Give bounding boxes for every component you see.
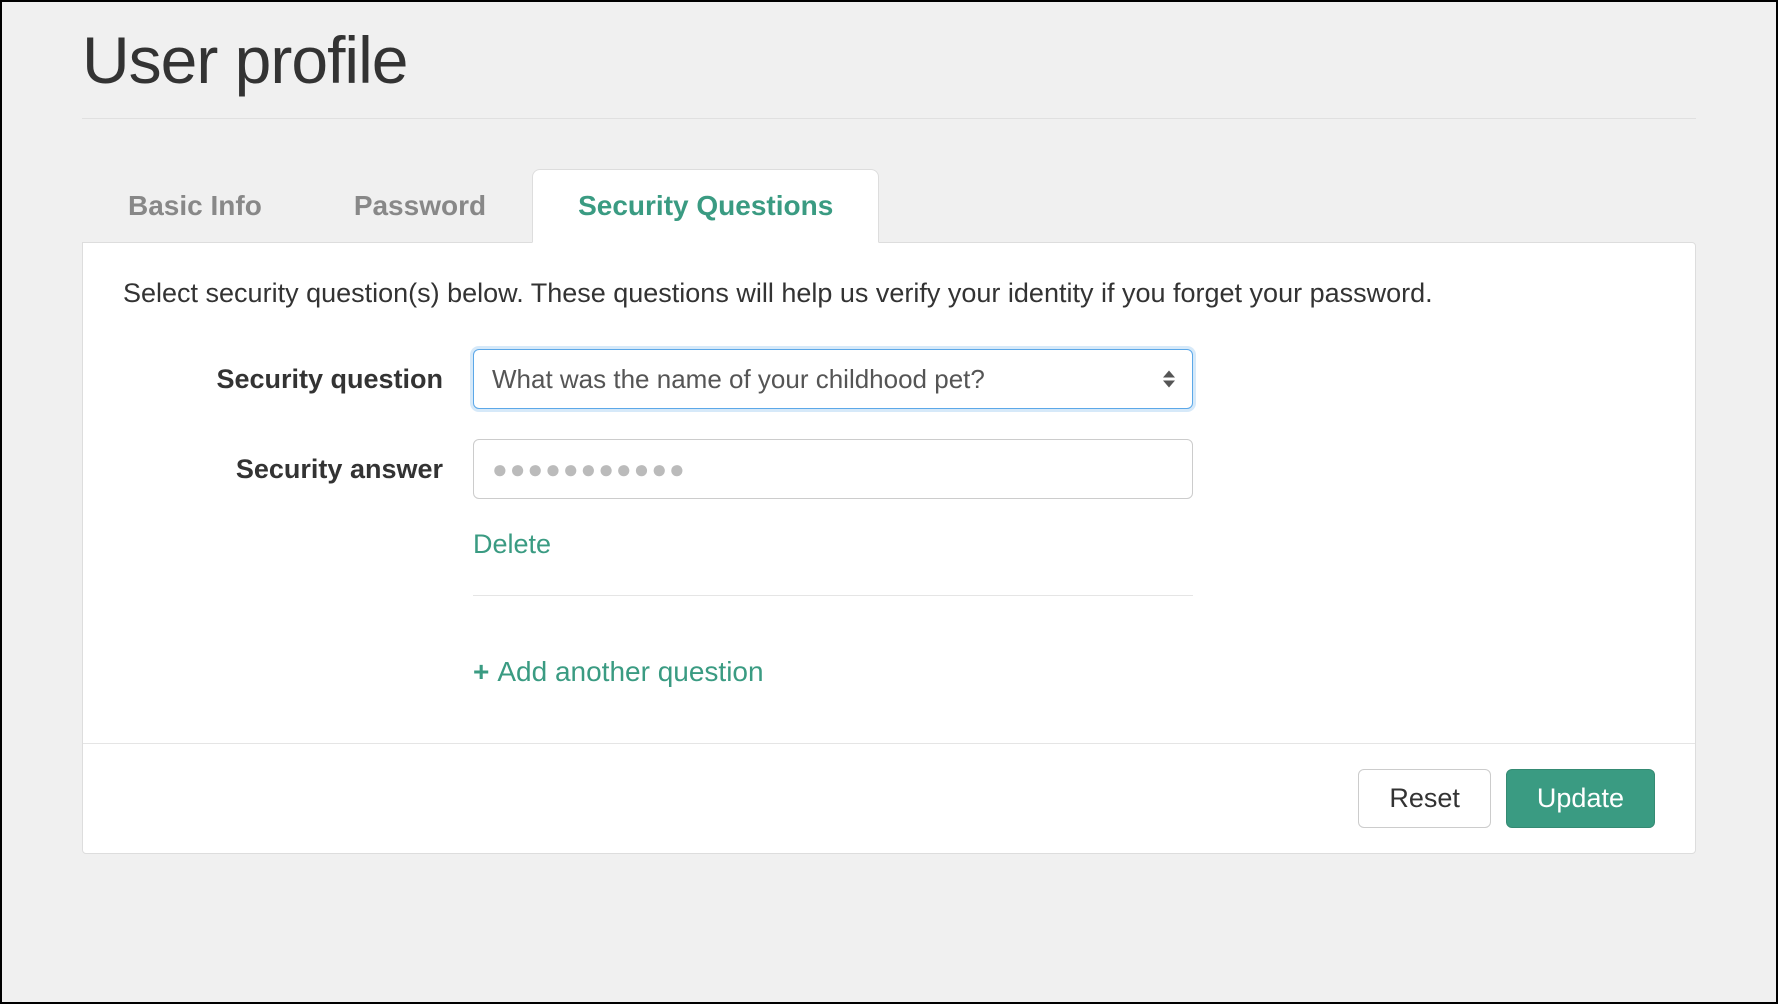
instruction-text: Select security question(s) below. These… (123, 278, 1655, 309)
tab-security-questions[interactable]: Security Questions (532, 169, 879, 243)
security-answer-input[interactable] (473, 439, 1193, 499)
reset-button[interactable]: Reset (1358, 769, 1491, 828)
add-row: + Add another question (123, 656, 1655, 688)
add-link-label: Add another question (497, 656, 763, 688)
section-divider (473, 595, 1193, 596)
security-answer-label: Security answer (123, 454, 473, 485)
tab-basic-info[interactable]: Basic Info (82, 169, 308, 242)
update-button[interactable]: Update (1506, 769, 1655, 828)
tabs-container: Basic Info Password Security Questions (82, 169, 1696, 242)
footer: Reset Update (83, 743, 1695, 853)
plus-icon: + (473, 656, 489, 688)
delete-link[interactable]: Delete (473, 529, 551, 560)
select-wrapper: What was the name of your childhood pet? (473, 349, 1193, 409)
security-question-row: Security question What was the name of y… (123, 349, 1655, 409)
security-question-control: What was the name of your childhood pet? (473, 349, 1193, 409)
security-answer-control (473, 439, 1193, 499)
security-answer-row: Security answer (123, 439, 1655, 499)
security-question-label: Security question (123, 364, 473, 395)
add-another-question-link[interactable]: + Add another question (473, 656, 764, 688)
tab-password[interactable]: Password (308, 169, 532, 242)
page-title: User profile (82, 22, 1696, 98)
delete-row: Delete (123, 529, 1655, 560)
tab-content: Select security question(s) below. These… (82, 242, 1696, 854)
security-question-select[interactable]: What was the name of your childhood pet? (473, 349, 1193, 409)
title-divider (82, 118, 1696, 119)
